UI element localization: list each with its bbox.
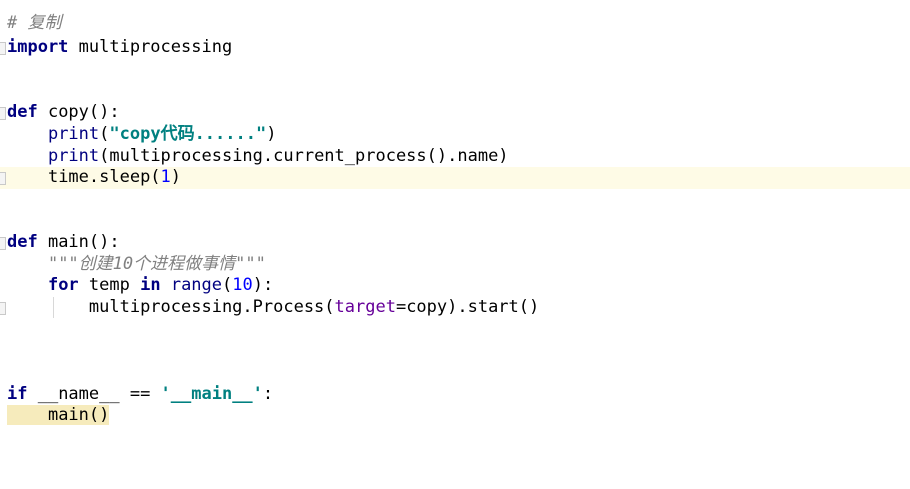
call-expr: time.sleep(	[47, 167, 161, 187]
code-line-1[interactable]: # 复制	[0, 13, 910, 35]
call-expr: multiprocessing.Process(	[88, 297, 335, 317]
code-line-11[interactable]: def main():	[0, 232, 910, 254]
builtin-range: range	[170, 275, 223, 295]
code-line-13[interactable]: for temp in range(10):	[0, 275, 910, 297]
module-name: multiprocessing	[68, 37, 233, 57]
call-expr-tail: =copy).start()	[395, 297, 540, 317]
function-signature: main():	[37, 232, 120, 252]
call-expr: main()	[47, 405, 110, 425]
number-literal: 10	[232, 275, 253, 295]
keyword-import: import	[7, 37, 69, 57]
fold-marker-icon[interactable]	[0, 237, 6, 250]
docstring: """创建10个进程做事情"""	[47, 254, 266, 274]
builtin-print: print	[47, 146, 100, 166]
condition: __name__ ==	[27, 384, 161, 404]
indent-guide	[53, 297, 54, 318]
fold-marker-icon[interactable]	[0, 107, 6, 120]
code-editor[interactable]: # 复制 import multiprocessing def copy(): …	[0, 0, 910, 489]
code-line-7[interactable]: print(multiprocessing.current_process().…	[0, 146, 910, 168]
string-literal: "copy代码......"	[109, 124, 267, 144]
code-line-17[interactable]: if __name__ == '__main__':	[0, 384, 910, 406]
fold-marker-icon[interactable]	[0, 172, 6, 185]
paren: )	[170, 167, 182, 187]
keyword-in: in	[140, 275, 161, 295]
fold-marker-icon[interactable]	[0, 42, 6, 55]
code-line-2[interactable]: import multiprocessing	[0, 37, 910, 59]
code-line-8-current[interactable]: time.sleep(1)	[0, 167, 910, 189]
paren: ):	[252, 275, 274, 295]
indent-highlight	[7, 405, 48, 425]
paren: (	[222, 275, 233, 295]
builtin-print: print	[47, 124, 100, 144]
call-args: (multiprocessing.current_process().name)	[99, 146, 509, 166]
loop-var: temp	[78, 275, 141, 295]
keyword-def: def	[7, 102, 38, 122]
keyword-def: def	[7, 232, 38, 252]
function-signature: copy():	[37, 102, 120, 122]
code-line-12[interactable]: """创建10个进程做事情"""	[0, 254, 910, 276]
code-line-14[interactable]: multiprocessing.Process(target=copy).sta…	[0, 297, 910, 319]
colon: :	[262, 384, 274, 404]
string-literal: '__main__'	[160, 384, 263, 404]
paren: )	[266, 124, 277, 144]
keyword-argument: target	[334, 297, 396, 317]
keyword-if: if	[7, 384, 28, 404]
code-line-5[interactable]: def copy():	[0, 102, 910, 124]
keyword-for: for	[47, 275, 79, 295]
code-line-18[interactable]: main()	[0, 405, 910, 427]
number-literal: 1	[160, 167, 171, 187]
comment: # 复制	[7, 13, 62, 33]
code-line-6[interactable]: print("copy代码......")	[0, 124, 910, 146]
paren: (	[99, 124, 110, 144]
fold-marker-icon[interactable]	[0, 302, 6, 315]
